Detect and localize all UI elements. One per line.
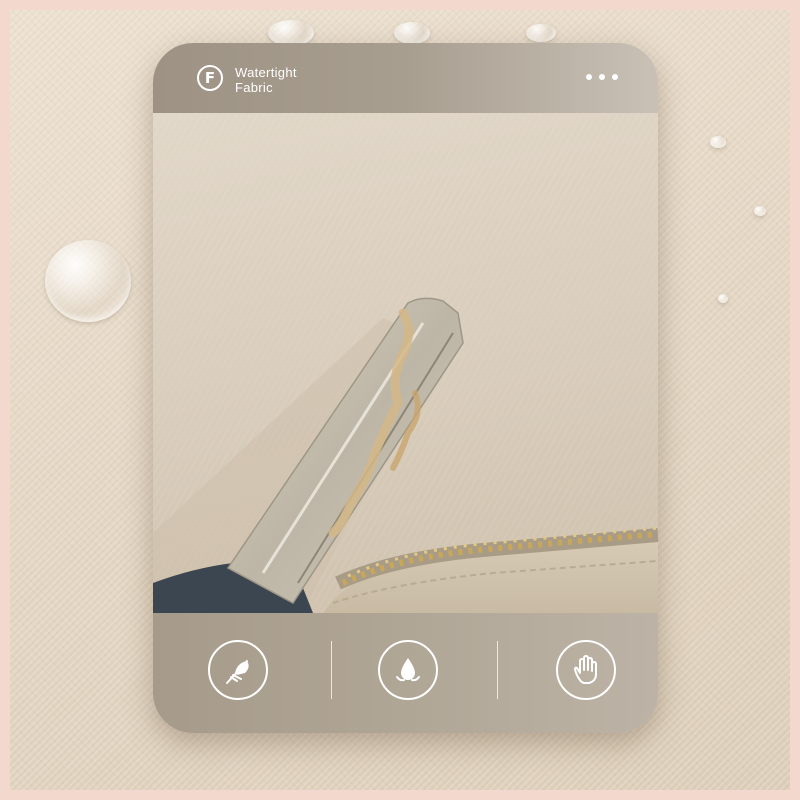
brand-title: Watertight Fabric	[235, 65, 297, 95]
key-and-zipper-illustration	[153, 297, 658, 613]
feather-icon	[226, 660, 249, 684]
brand-title-line1: Watertight	[235, 65, 297, 80]
feature-lightweight[interactable]	[208, 640, 268, 700]
feature-divider	[331, 641, 332, 699]
hand-icon	[574, 655, 597, 684]
feature-card: F Watertight Fabric	[153, 43, 658, 733]
water-droplet	[718, 294, 728, 303]
water-droplet	[526, 24, 556, 42]
water-droplet	[710, 136, 726, 148]
water-drop-icon	[396, 658, 420, 682]
more-dots-icon[interactable]	[586, 74, 618, 80]
feature-touch[interactable]	[556, 640, 616, 700]
brand-title-line2: Fabric	[235, 80, 273, 95]
product-photo	[153, 113, 658, 613]
feature-waterproof[interactable]	[378, 640, 438, 700]
water-droplet	[754, 206, 766, 216]
water-droplet	[45, 240, 131, 322]
feature-icons-bar	[153, 613, 658, 733]
feature-divider	[497, 641, 498, 699]
water-droplet	[394, 22, 430, 44]
brand-logo: F	[197, 65, 223, 91]
card-header: F Watertight Fabric	[153, 43, 658, 113]
